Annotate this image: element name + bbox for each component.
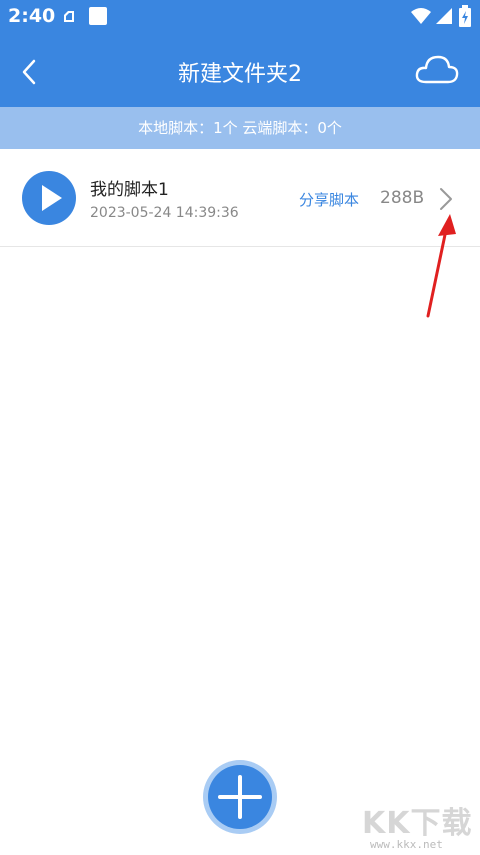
script-size: 288B xyxy=(380,188,425,208)
watermark: KK下载 www.kkx.net xyxy=(362,798,474,854)
app-bar: 新建文件夹2 xyxy=(0,34,480,107)
status-bar: 2:40 xyxy=(0,0,480,34)
plus-icon xyxy=(218,775,262,819)
share-script-button[interactable]: 分享脚本 xyxy=(299,189,359,210)
watermark-logo: KK下载 xyxy=(362,806,473,841)
battery-icon xyxy=(459,5,471,27)
status-time: 2:40 xyxy=(8,5,56,27)
app-notification-icon xyxy=(89,7,107,25)
notification-icon xyxy=(64,11,74,22)
cloud-icon xyxy=(415,55,459,84)
wifi-icon xyxy=(411,8,431,24)
script-name: 我的脚本1 xyxy=(90,180,169,200)
signal-icon xyxy=(436,8,452,24)
play-icon[interactable] xyxy=(22,171,76,225)
cloud-button[interactable] xyxy=(414,50,460,90)
annotation-arrow xyxy=(426,214,456,318)
add-script-button[interactable] xyxy=(203,760,277,834)
script-date: 2023-05-24 14:39:36 xyxy=(90,205,239,221)
chevron-right-icon[interactable] xyxy=(436,186,456,212)
page-title: 新建文件夹2 xyxy=(178,62,302,87)
script-list-item[interactable]: 我的脚本1 2023-05-24 14:39:36 分享脚本 288B xyxy=(0,150,480,247)
script-count-summary: 本地脚本：1个 云端脚本：0个 xyxy=(0,107,480,149)
watermark-url: www.kkx.net xyxy=(370,838,443,851)
